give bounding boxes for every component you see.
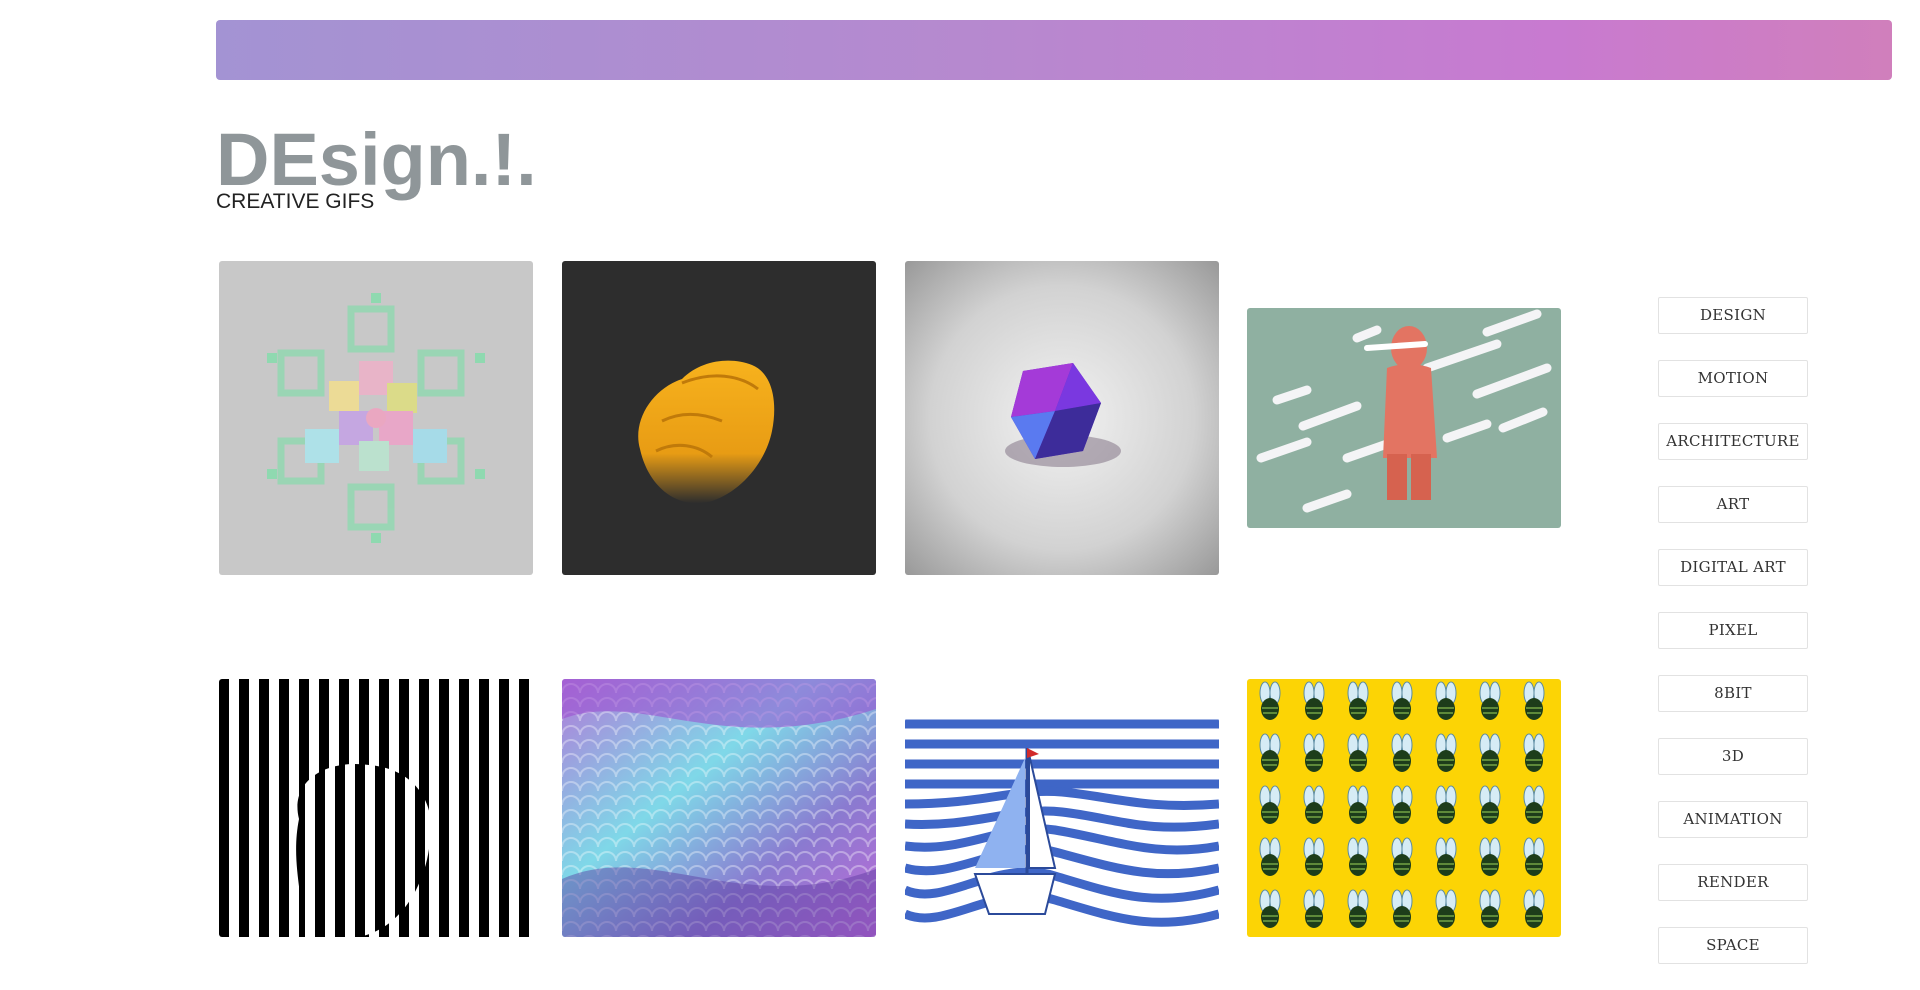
gallery-item-1[interactable]	[219, 261, 533, 575]
category-button-design[interactable]: DESIGN	[1658, 297, 1808, 334]
category-button-animation[interactable]: ANIMATION	[1658, 801, 1808, 838]
category-button-pixel[interactable]: PIXEL	[1658, 612, 1808, 649]
category-button-space[interactable]: SPACE	[1658, 927, 1808, 964]
striped-face-illusion-image	[219, 679, 533, 937]
category-button-8bit[interactable]: 8BIT	[1658, 675, 1808, 712]
gallery-item-8[interactable]	[1247, 679, 1561, 937]
yellow-fist-image	[562, 261, 876, 575]
purple-crystal-image	[905, 261, 1219, 575]
pink-figure-in-rain-image	[1247, 308, 1561, 528]
bee-pattern-image	[1247, 679, 1561, 937]
gallery-item-3[interactable]	[905, 261, 1219, 575]
category-button-3d[interactable]: 3D	[1658, 738, 1808, 775]
gallery-item-2[interactable]	[562, 261, 876, 575]
gallery-item-4[interactable]	[1247, 308, 1561, 528]
category-button-render[interactable]: RENDER	[1658, 864, 1808, 901]
sailboat-on-striped-waves-image	[905, 718, 1219, 937]
gallery-item-6[interactable]	[562, 679, 876, 937]
sequin-waves-image	[562, 679, 876, 937]
category-button-art[interactable]: ART	[1658, 486, 1808, 523]
category-button-digital-art[interactable]: DIGITAL ART	[1658, 549, 1808, 586]
gallery-item-7[interactable]	[905, 718, 1219, 937]
brand-header: DEsign.!. CREATIVE GIFS	[216, 118, 537, 213]
category-button-architecture[interactable]: ARCHITECTURE	[1658, 423, 1808, 460]
isometric-cubes-snowflake-image	[219, 261, 533, 575]
category-list: DESIGN MOTION ARCHITECTURE ART DIGITAL A…	[1658, 297, 1808, 990]
site-subtitle: CREATIVE GIFS	[216, 190, 375, 213]
top-banner	[216, 20, 1892, 80]
gallery-item-5[interactable]	[219, 679, 533, 937]
category-button-motion[interactable]: MOTION	[1658, 360, 1808, 397]
